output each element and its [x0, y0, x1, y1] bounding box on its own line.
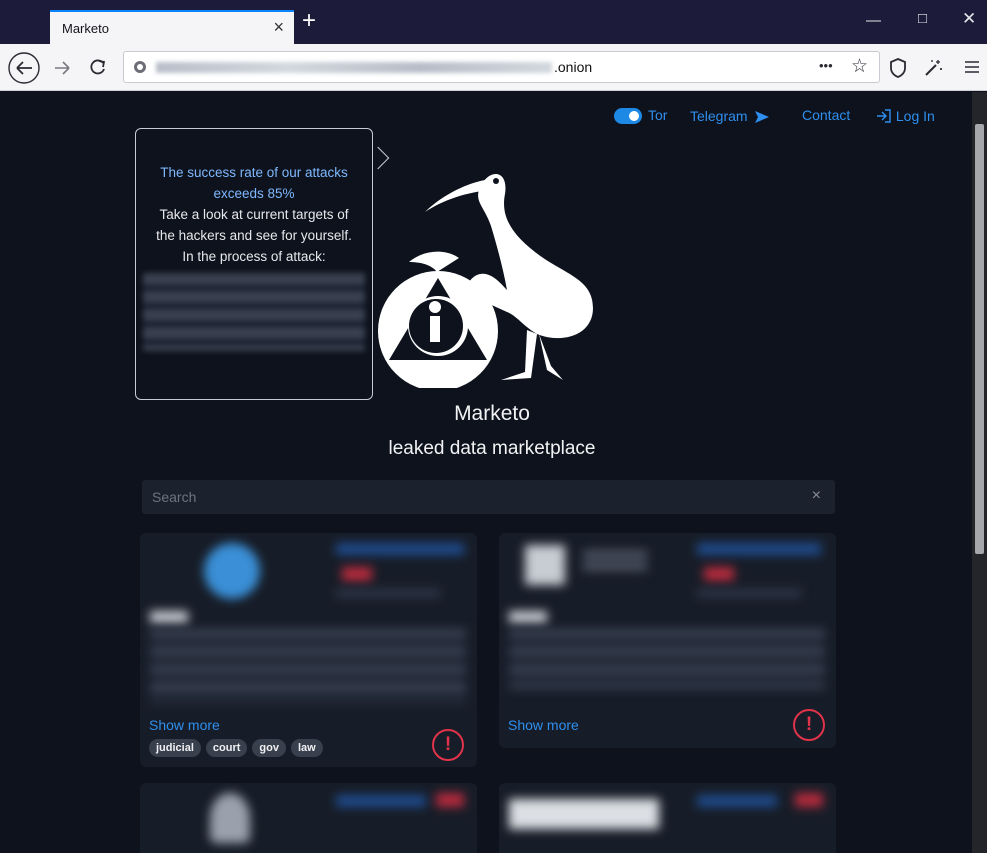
url-text-redacted [156, 62, 552, 73]
telegram-arrow-icon [755, 111, 770, 123]
magic-wand-icon[interactable] [922, 57, 944, 79]
tag[interactable]: law [290, 739, 323, 757]
new-tab-button[interactable]: + [302, 9, 316, 33]
alert-icon: ! [432, 729, 464, 761]
minimize-icon[interactable]: — [866, 12, 881, 29]
redacted-badge [436, 793, 464, 807]
page-scrollbar[interactable] [972, 92, 987, 853]
redacted-link [697, 543, 821, 555]
show-more-link[interactable]: Show more [149, 717, 220, 733]
navigation-bar: .onion ••• ☆ [0, 44, 987, 91]
tor-toggle[interactable] [614, 108, 642, 124]
popover-headline: The success rate of our attacks exceeds … [160, 165, 348, 201]
tab-title: Marketo [62, 21, 109, 36]
leak-card[interactable] [499, 783, 836, 853]
contact-link[interactable]: Contact [802, 107, 850, 123]
bookmark-star-icon[interactable]: ☆ [851, 55, 868, 78]
telegram-link[interactable]: Telegram [690, 107, 770, 124]
search-bar[interactable]: Search × [142, 480, 835, 514]
leak-card[interactable]: Show more judicial court gov law ! [140, 533, 477, 767]
page-actions-icon[interactable]: ••• [819, 58, 833, 73]
close-window-icon[interactable]: ✕ [962, 9, 976, 29]
attack-info-popover: The success rate of our attacks exceeds … [135, 128, 373, 400]
forward-icon[interactable] [52, 58, 72, 78]
redacted-name [150, 611, 188, 623]
popover-line: the hackers and see for yourself. [156, 228, 352, 243]
redacted-badge [342, 567, 372, 581]
tag-list: judicial court gov law [149, 739, 323, 757]
redacted-badge [795, 793, 823, 807]
redacted-badge [704, 567, 734, 581]
tag[interactable]: court [205, 739, 248, 757]
redacted-link [697, 795, 777, 807]
redacted-link [336, 543, 464, 555]
redacted-meta [697, 589, 801, 597]
onion-icon[interactable] [133, 60, 147, 74]
url-bar[interactable]: .onion ••• ☆ [123, 51, 880, 83]
clear-search-icon[interactable]: × [812, 487, 821, 505]
redacted-link [336, 795, 426, 807]
login-icon [877, 109, 891, 123]
tor-label: Tor [648, 107, 668, 123]
page-content: Tor Telegram Contact Log In The success … [12, 92, 972, 853]
login-link[interactable]: Log In [876, 107, 935, 124]
redacted-description [509, 629, 825, 689]
redacted-target-list [143, 273, 365, 351]
redacted-company [583, 551, 647, 573]
telegram-label: Telegram [690, 108, 748, 124]
reload-icon[interactable] [88, 57, 108, 77]
browser-window: Marketo × + — □ ✕ .onion ••• ☆ Tor Teleg… [0, 0, 987, 853]
redacted-logo [525, 545, 565, 585]
login-label: Log In [895, 108, 935, 124]
scrollbar-thumb[interactable] [975, 124, 984, 554]
alert-icon: ! [793, 709, 825, 741]
redacted-logo [204, 543, 260, 599]
tag[interactable]: judicial [149, 739, 201, 757]
popover-line: Take a look at current targets of [159, 207, 349, 222]
redacted-meta [336, 589, 440, 597]
site-title: Marketo [454, 402, 530, 425]
menu-icon[interactable] [964, 60, 980, 74]
shield-icon[interactable] [888, 57, 908, 79]
show-more-link[interactable]: Show more [508, 717, 579, 733]
tag[interactable]: gov [252, 739, 286, 757]
popover-line: In the process of attack: [182, 249, 326, 264]
search-input[interactable]: Search [152, 489, 196, 505]
maximize-icon[interactable]: □ [918, 10, 927, 27]
leak-card[interactable] [140, 783, 477, 853]
redacted-logo [210, 793, 250, 843]
tab-close-icon[interactable]: × [273, 18, 284, 36]
redacted-name [509, 611, 547, 623]
title-bar: Marketo × + — □ ✕ [0, 0, 987, 44]
ibis-logo-icon [378, 173, 593, 388]
site-subtitle: leaked data marketplace [388, 438, 596, 459]
redacted-logo [509, 799, 659, 829]
url-domain-suffix: .onion [554, 59, 593, 75]
redacted-description [150, 629, 466, 703]
back-icon[interactable] [8, 52, 40, 84]
leak-card[interactable]: Show more ! [499, 533, 836, 748]
browser-tab[interactable]: Marketo × [50, 10, 294, 44]
